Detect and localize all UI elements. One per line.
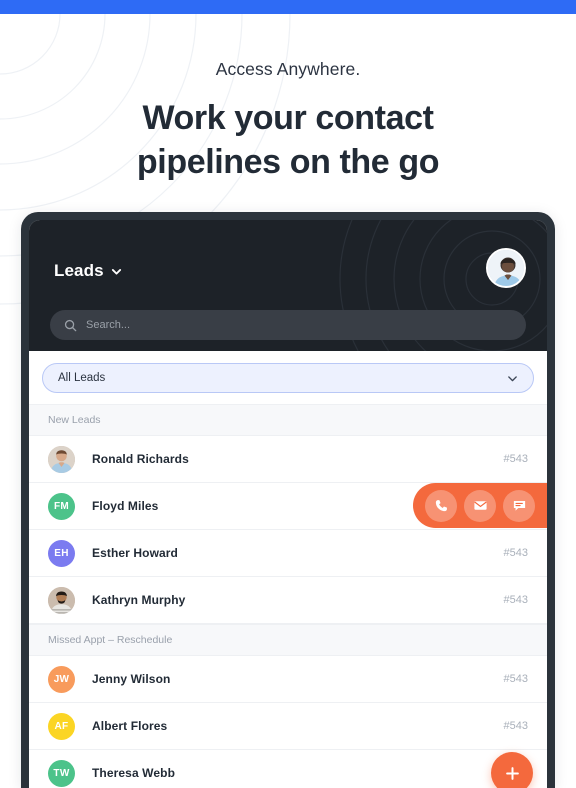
contact-name: Kathryn Murphy	[92, 593, 186, 607]
chevron-down-icon	[508, 375, 517, 381]
leads-dropdown-button[interactable]: Leads	[54, 261, 122, 281]
avatar: TW	[48, 759, 75, 787]
contact-name: Albert Flores	[92, 719, 168, 733]
contact-name: Theresa Webb	[92, 766, 176, 780]
section-header-new-leads: New Leads	[29, 404, 547, 436]
plus-icon	[505, 766, 519, 780]
list-item[interactable]: JW Jenny Wilson #543	[29, 656, 547, 703]
contact-id: #543	[503, 453, 528, 465]
chevron-down-icon	[111, 268, 121, 275]
message-action-button[interactable]	[503, 489, 535, 522]
hero-section: Access Anywhere. Work your contact pipel…	[0, 14, 576, 184]
filter-wrapper: All Leads	[29, 351, 547, 404]
add-lead-button[interactable]	[491, 752, 533, 788]
avatar[interactable]	[486, 248, 526, 288]
leads-list-content: All Leads New Leads Ronald Richards #543…	[29, 351, 547, 788]
chat-bubble-icon	[513, 501, 525, 511]
section-header-missed-appt: Missed Appt – Reschedule	[29, 624, 547, 656]
contact-avatar-photo	[48, 445, 75, 473]
app-title: Leads	[54, 261, 104, 280]
phone-icon	[435, 500, 447, 512]
contact-name: Ronald Richards	[92, 452, 189, 466]
contact-name: Floyd Miles	[92, 499, 159, 513]
call-action-button[interactable]	[425, 489, 457, 522]
avatar: EH	[48, 539, 75, 567]
contact-id: #543	[503, 594, 528, 606]
user-avatar-photo	[488, 250, 524, 286]
contact-avatar-photo	[48, 586, 75, 614]
top-accent-bar	[0, 0, 576, 14]
page-title: Work your contact pipelines on the go	[0, 96, 576, 184]
list-item[interactable]: AF Albert Flores #543	[29, 703, 547, 750]
avatar: AF	[48, 712, 75, 740]
envelope-icon	[473, 501, 487, 510]
swipe-action-panel	[413, 483, 547, 528]
search-icon	[64, 319, 77, 331]
avatar	[48, 445, 75, 473]
avatar	[48, 586, 75, 614]
hero-eyebrow: Access Anywhere.	[215, 59, 361, 79]
filter-selected-value: All Leads	[58, 372, 106, 384]
contact-name: Esther Howard	[92, 546, 178, 560]
contact-id: #543	[503, 673, 528, 685]
list-item[interactable]: EH Esther Howard #543	[29, 530, 547, 577]
contact-id: #543	[503, 720, 528, 732]
search-placeholder: Search...	[86, 319, 131, 331]
list-item[interactable]: FM Floyd Miles	[29, 483, 547, 530]
avatar: FM	[48, 492, 75, 520]
phone-screen: Leads Search... All Leads New Leads Rona…	[29, 220, 547, 788]
email-action-button[interactable]	[464, 489, 496, 522]
contact-id: #543	[503, 547, 528, 559]
search-input[interactable]: Search...	[50, 310, 526, 340]
hero-title-line-1: Work your contact	[142, 99, 434, 137]
list-item[interactable]: Ronald Richards #543	[29, 436, 547, 483]
list-item[interactable]: TW Theresa Webb #543	[29, 750, 547, 788]
app-header: Leads Search...	[29, 220, 547, 351]
phone-mockup-frame: Leads Search... All Leads New Leads Rona…	[21, 212, 555, 788]
avatar: JW	[48, 665, 75, 693]
list-item[interactable]: Kathryn Murphy #543	[29, 577, 547, 624]
all-leads-filter-select[interactable]: All Leads	[42, 363, 534, 393]
contact-name: Jenny Wilson	[92, 672, 171, 686]
hero-title-line-2: pipelines on the go	[136, 143, 440, 181]
